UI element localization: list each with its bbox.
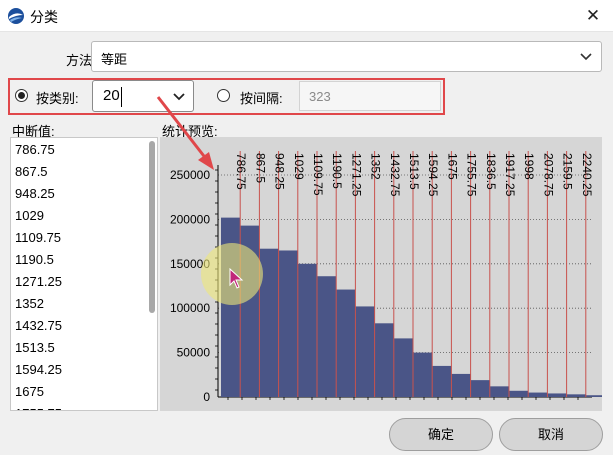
interval-input[interactable]: 323 [299, 81, 441, 111]
break-label: 1029 [292, 153, 306, 180]
break-label: 2159.5 [561, 153, 575, 190]
break-label: 867.5 [253, 153, 267, 183]
break-label: 2321 [599, 153, 602, 180]
break-label: 1917.25 [503, 153, 517, 197]
histogram-bar [585, 395, 602, 397]
histogram-bar [547, 393, 567, 397]
break-label: 2078.75 [541, 153, 555, 197]
break-label: 1109.75 [311, 153, 325, 196]
histogram-bar [278, 250, 298, 397]
list-item[interactable]: 867.5 [15, 164, 48, 179]
histogram-bar [393, 338, 413, 397]
ok-button[interactable]: 确定 [389, 418, 493, 451]
title-bar: 分类 ✕ [0, 0, 613, 32]
histogram-bar [432, 365, 452, 397]
break-label: 2240.25 [580, 153, 594, 197]
list-item[interactable]: 1594.25 [15, 362, 62, 377]
list-item[interactable]: 1109.75 [15, 230, 61, 245]
breaks-list[interactable]: 786.75 867.5 948.25 1029 1109.75 1190.5 1271.2… [10, 137, 158, 411]
list-item[interactable]: 1513.5 [15, 340, 55, 355]
break-label: 786.75 [234, 153, 248, 190]
histogram-bar [355, 306, 375, 397]
break-label: 1352 [369, 153, 383, 180]
y-tick-label: 50000 [177, 346, 211, 360]
histogram-bar [297, 263, 317, 397]
histogram-bar [413, 352, 433, 397]
histogram-bar [317, 276, 337, 397]
list-item[interactable]: 1029 [15, 208, 44, 223]
histogram-bar [451, 373, 471, 397]
histogram-bar [528, 392, 548, 397]
break-label: 948.25 [273, 153, 287, 190]
by-interval-radio[interactable] [217, 89, 230, 102]
close-icon[interactable]: ✕ [573, 0, 613, 32]
mouse-pointer-icon [229, 268, 244, 289]
class-count-value: 20 [103, 87, 120, 104]
list-item[interactable]: 1271.25 [15, 274, 62, 289]
list-item[interactable]: 948.25 [15, 186, 55, 201]
y-tick-label: 200000 [170, 212, 210, 226]
by-interval-label: 按间隔: [240, 91, 283, 106]
list-item[interactable]: 1675 [15, 384, 44, 399]
break-label: 1271.25 [349, 153, 363, 197]
histogram-bar [566, 394, 586, 397]
method-value: 等距 [101, 52, 128, 67]
break-label: 1513.5 [407, 153, 421, 190]
list-scrollbar[interactable] [148, 139, 156, 409]
histogram-bar [336, 289, 356, 397]
list-item[interactable]: 786.75 [15, 142, 55, 157]
by-class-radio[interactable] [15, 89, 28, 102]
histogram-bar [470, 380, 490, 397]
break-label: 1998 [522, 153, 536, 180]
list-item[interactable]: 1755.75 [15, 406, 62, 410]
break-label: 1755.75 [465, 153, 479, 197]
y-tick-label: 100000 [170, 301, 210, 315]
chevron-down-icon [580, 53, 592, 61]
y-tick-label: 0 [203, 390, 210, 404]
break-label: 1432.75 [388, 153, 402, 197]
scroll-thumb[interactable] [149, 141, 155, 313]
interval-value: 323 [309, 89, 331, 104]
list-item[interactable]: 1432.75 [15, 318, 62, 333]
histogram-bar [509, 390, 529, 397]
by-class-label: 按类别: [36, 91, 79, 106]
list-item[interactable]: 1352 [15, 296, 44, 311]
break-label: 1594.25 [426, 153, 440, 197]
histogram-bar [489, 386, 509, 397]
app-logo-icon [8, 8, 24, 24]
histogram-bar [374, 323, 394, 397]
break-label: 1675 [445, 153, 459, 180]
y-tick-label: 250000 [170, 168, 210, 182]
break-label: 1836.5 [484, 153, 498, 190]
class-count-combo[interactable]: 20 [92, 80, 194, 112]
text-cursor [121, 87, 122, 107]
chevron-down-icon [173, 93, 185, 101]
break-label: 1190.5 [330, 153, 344, 189]
cancel-button[interactable]: 取消 [499, 418, 603, 451]
method-select[interactable]: 等距 [91, 41, 602, 72]
list-item[interactable]: 1190.5 [15, 252, 54, 267]
window-title: 分类 [30, 9, 58, 25]
